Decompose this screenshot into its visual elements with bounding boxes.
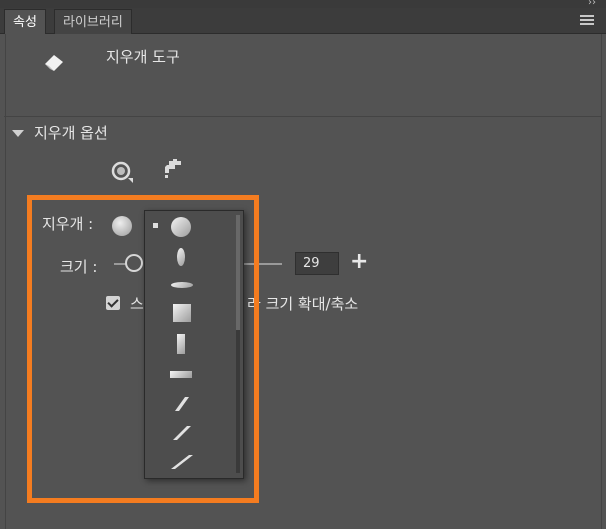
selected-indicator xyxy=(153,223,158,228)
divider xyxy=(4,116,602,117)
eraser-shape-dropdown xyxy=(144,210,244,479)
shape-option-ellipse-horizontal[interactable] xyxy=(171,282,193,288)
tab-properties[interactable]: 속성 xyxy=(4,9,46,34)
faucet-icon[interactable] xyxy=(163,159,185,185)
collapse-triangle-icon xyxy=(12,130,24,137)
panel-left-border xyxy=(5,34,6,529)
size-increase-button[interactable]: + xyxy=(350,250,368,274)
shape-option-slash-small[interactable] xyxy=(173,395,191,417)
scrollbar-thumb[interactable] xyxy=(236,215,240,330)
shape-option-slash-medium[interactable] xyxy=(171,424,193,446)
tool-title: 지우개 도구 xyxy=(106,48,180,66)
top-strip: ›› xyxy=(0,0,606,8)
tab-bar: 속성 라이브러리 xyxy=(0,8,606,34)
eraser-mode-icon[interactable] xyxy=(110,160,136,188)
section-title: 지우개 옵션 xyxy=(34,124,108,142)
shape-option-rect-horizontal[interactable] xyxy=(170,371,192,378)
eraser-options-header[interactable]: 지우개 옵션 xyxy=(12,122,108,143)
shape-option-slash-large[interactable] xyxy=(169,453,195,475)
eraser-icon xyxy=(42,50,66,76)
tab-library[interactable]: 라이브러리 xyxy=(54,9,132,34)
shape-option-square-large[interactable] xyxy=(173,304,191,322)
panel-right-border xyxy=(601,34,602,529)
shape-option-rect-vertical[interactable] xyxy=(177,334,185,354)
collapse-arrows-icon[interactable]: ›› xyxy=(588,0,596,8)
scale-checkbox-label: 라 크기 확대/축소 xyxy=(247,295,359,313)
panel-menu-icon[interactable] xyxy=(580,15,594,27)
shape-option-circle-large[interactable] xyxy=(171,217,191,237)
dropdown-scrollbar[interactable] xyxy=(236,215,240,473)
size-input[interactable]: 29 xyxy=(295,252,339,275)
shape-option-ellipse-vertical[interactable] xyxy=(177,248,185,266)
